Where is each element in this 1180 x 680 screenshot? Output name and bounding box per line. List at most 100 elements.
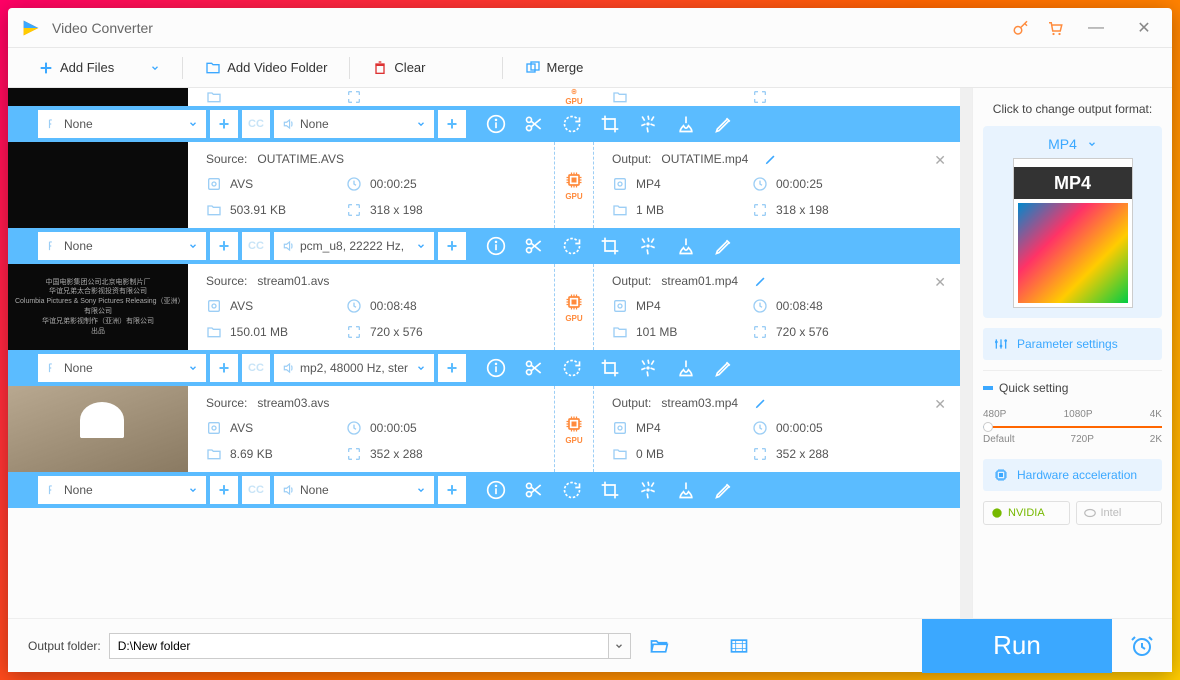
chevron-down-icon bbox=[416, 119, 426, 129]
plus-icon bbox=[38, 60, 54, 76]
add-audio-button[interactable]: + bbox=[438, 354, 466, 382]
cc-button[interactable]: CC bbox=[242, 232, 270, 260]
scissors-icon[interactable] bbox=[524, 114, 544, 134]
output-filename: stream01.mp4 bbox=[661, 274, 738, 288]
add-subtitle-button[interactable]: + bbox=[210, 232, 238, 260]
effects-icon[interactable] bbox=[638, 236, 658, 256]
quality-slider[interactable]: 480P 1080P 4K Default 720P 2K bbox=[983, 409, 1162, 445]
format-icon bbox=[206, 176, 222, 192]
add-subtitle-button[interactable]: + bbox=[210, 354, 238, 382]
watermark-icon[interactable] bbox=[676, 114, 696, 134]
clock-icon bbox=[346, 176, 362, 192]
item-details: Source: OUTATIME.AVS AVS 00:00:25 503.91… bbox=[8, 142, 960, 228]
info-icon[interactable] bbox=[486, 114, 506, 134]
hardware-accel-button[interactable]: Hardware acceleration bbox=[983, 459, 1162, 491]
effects-icon[interactable] bbox=[638, 358, 658, 378]
audio-dropdown[interactable]: mp2, 48000 Hz, ster bbox=[274, 354, 434, 382]
cc-button[interactable]: CC bbox=[242, 354, 270, 382]
gpu-indicator: GPU bbox=[554, 142, 594, 228]
pencil-icon[interactable] bbox=[754, 274, 768, 288]
item-action-bar: None + CC None + bbox=[8, 472, 960, 508]
filmstrip-icon[interactable] bbox=[729, 636, 749, 656]
crop-icon[interactable] bbox=[600, 236, 620, 256]
intel-badge[interactable]: Intel bbox=[1076, 501, 1163, 525]
chevron-down-icon[interactable] bbox=[150, 63, 160, 73]
rotate-icon[interactable] bbox=[562, 236, 582, 256]
output-format-card[interactable]: MP4 MP4 bbox=[983, 126, 1162, 318]
clear-button[interactable]: Clear bbox=[362, 54, 435, 82]
merge-button[interactable]: Merge bbox=[515, 54, 594, 82]
file-item: 中国电影集团公司北京电影制片厂 华谊兄弟太合影视投资有限公司 Columbia … bbox=[8, 264, 960, 386]
chevron-down-icon bbox=[188, 363, 198, 373]
dimensions-icon bbox=[752, 446, 768, 462]
video-thumbnail[interactable] bbox=[8, 386, 188, 472]
subtitle-dropdown[interactable]: None bbox=[38, 476, 206, 504]
add-folder-button[interactable]: Add Video Folder bbox=[195, 54, 337, 82]
cc-button[interactable]: CC bbox=[242, 110, 270, 138]
pencil-icon[interactable] bbox=[764, 152, 778, 166]
output-folder-dropdown[interactable] bbox=[609, 633, 631, 659]
audio-dropdown[interactable]: pcm_u8, 22222 Hz, bbox=[274, 232, 434, 260]
add-audio-button[interactable]: + bbox=[438, 110, 466, 138]
subtitle-dropdown[interactable]: None bbox=[38, 232, 206, 260]
parameter-settings-button[interactable]: Parameter settings bbox=[983, 328, 1162, 360]
watermark-icon[interactable] bbox=[676, 358, 696, 378]
key-icon[interactable] bbox=[1012, 19, 1030, 37]
audio-dropdown[interactable]: None bbox=[274, 110, 434, 138]
run-button[interactable]: Run bbox=[922, 619, 1112, 673]
edit-icon[interactable] bbox=[714, 236, 734, 256]
clock-icon bbox=[752, 298, 768, 314]
watermark-icon[interactable] bbox=[676, 480, 696, 500]
rotate-icon[interactable] bbox=[562, 114, 582, 134]
chevron-down-icon bbox=[416, 485, 426, 495]
alarm-button[interactable] bbox=[1112, 619, 1172, 673]
edit-icon[interactable] bbox=[714, 358, 734, 378]
watermark-icon[interactable] bbox=[676, 236, 696, 256]
add-files-button[interactable]: Add Files bbox=[28, 54, 170, 82]
chevron-down-icon bbox=[416, 241, 426, 251]
close-button[interactable]: ✕ bbox=[1128, 12, 1160, 44]
remove-item-button[interactable]: ✕ bbox=[934, 274, 946, 291]
pencil-icon[interactable] bbox=[754, 396, 768, 410]
cart-icon[interactable] bbox=[1046, 19, 1064, 37]
scissors-icon[interactable] bbox=[524, 480, 544, 500]
cc-button[interactable]: CC bbox=[242, 476, 270, 504]
scissors-icon[interactable] bbox=[524, 236, 544, 256]
remove-item-button[interactable]: ✕ bbox=[934, 396, 946, 413]
edit-icon[interactable] bbox=[714, 114, 734, 134]
folder-icon bbox=[206, 202, 222, 218]
edit-icon[interactable] bbox=[714, 480, 734, 500]
add-audio-button[interactable]: + bbox=[438, 232, 466, 260]
chevron-down-icon bbox=[1087, 139, 1097, 149]
scissors-icon[interactable] bbox=[524, 358, 544, 378]
video-thumbnail[interactable] bbox=[8, 142, 188, 228]
effects-icon[interactable] bbox=[638, 480, 658, 500]
crop-icon[interactable] bbox=[600, 114, 620, 134]
browse-folder-icon[interactable] bbox=[649, 636, 669, 656]
video-thumbnail[interactable]: 中国电影集团公司北京电影制片厂 华谊兄弟太合影视投资有限公司 Columbia … bbox=[8, 264, 188, 350]
format-icon bbox=[612, 420, 628, 436]
info-icon[interactable] bbox=[486, 480, 506, 500]
rotate-icon[interactable] bbox=[562, 358, 582, 378]
item-action-bar: None + CC None + bbox=[8, 106, 960, 142]
vertical-scrollbar[interactable] bbox=[960, 88, 972, 618]
subtitle-dropdown[interactable]: None bbox=[38, 110, 206, 138]
add-audio-button[interactable]: + bbox=[438, 476, 466, 504]
effects-icon[interactable] bbox=[638, 114, 658, 134]
output-folder-input[interactable] bbox=[109, 633, 609, 659]
add-subtitle-button[interactable]: + bbox=[210, 476, 238, 504]
nvidia-badge[interactable]: NVIDIA bbox=[983, 501, 1070, 525]
rotate-icon[interactable] bbox=[562, 480, 582, 500]
format-icon bbox=[206, 420, 222, 436]
info-icon[interactable] bbox=[486, 358, 506, 378]
subtitle-dropdown[interactable]: None bbox=[38, 354, 206, 382]
crop-icon[interactable] bbox=[600, 480, 620, 500]
add-subtitle-button[interactable]: + bbox=[210, 110, 238, 138]
app-logo-icon bbox=[20, 17, 42, 39]
audio-dropdown[interactable]: None bbox=[274, 476, 434, 504]
clock-icon bbox=[346, 298, 362, 314]
minimize-button[interactable]: — bbox=[1080, 12, 1112, 44]
info-icon[interactable] bbox=[486, 236, 506, 256]
crop-icon[interactable] bbox=[600, 358, 620, 378]
remove-item-button[interactable]: ✕ bbox=[934, 152, 946, 169]
